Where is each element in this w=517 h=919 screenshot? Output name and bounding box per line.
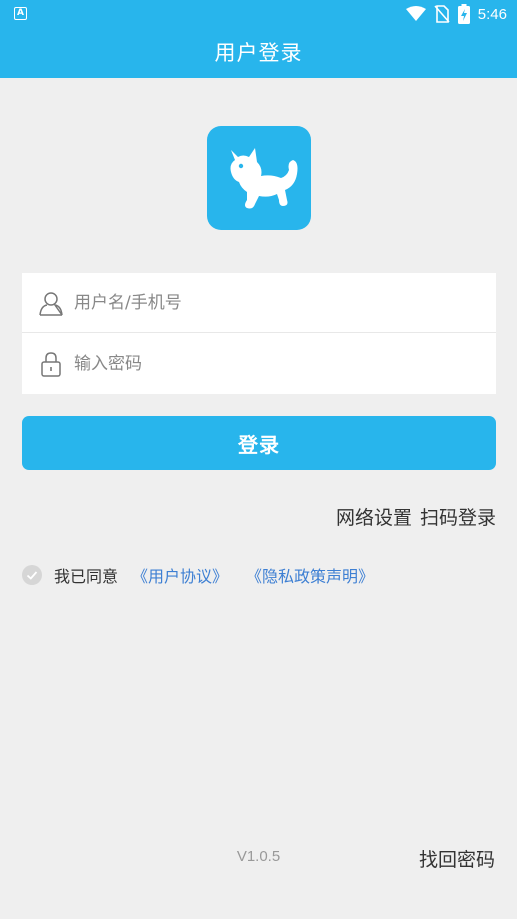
app-logo [207,126,311,230]
password-input[interactable] [74,348,474,380]
status-icons: 5:46 [405,4,507,24]
network-settings-link[interactable]: 网络设置 [336,503,412,531]
agreement-row: 我已同意 《用户协议》 《隐私政策声明》 [22,563,392,587]
agreement-text: 我已同意 [54,567,119,586]
forgot-password-link[interactable]: 找回密码 [419,845,495,872]
user-icon [39,292,63,316]
user-agreement-link[interactable]: 《用户协议》 [132,563,228,587]
agreement-checkbox[interactable] [22,565,42,585]
login-button[interactable]: 登录 [22,416,496,470]
username-input[interactable] [74,287,474,319]
cat-logo-icon [230,148,298,209]
username-field-row [22,273,496,333]
battery-charging-icon [457,4,470,24]
privacy-policy-link[interactable]: 《隐私政策声明》 [246,563,374,587]
secondary-links: 网络设置 扫码登录 [336,503,496,531]
no-sim-icon [434,5,450,23]
check-icon [26,571,38,580]
status-time: 5:46 [477,5,507,23]
scan-login-link[interactable]: 扫码登录 [420,503,496,531]
login-form [22,273,496,394]
lock-icon [41,352,61,377]
wifi-icon [405,6,426,21]
page-title: 用户登录 [0,28,517,78]
status-bar: A 5:46 [0,0,517,28]
password-field-row [22,334,496,394]
notification-badge: A [14,7,27,20]
